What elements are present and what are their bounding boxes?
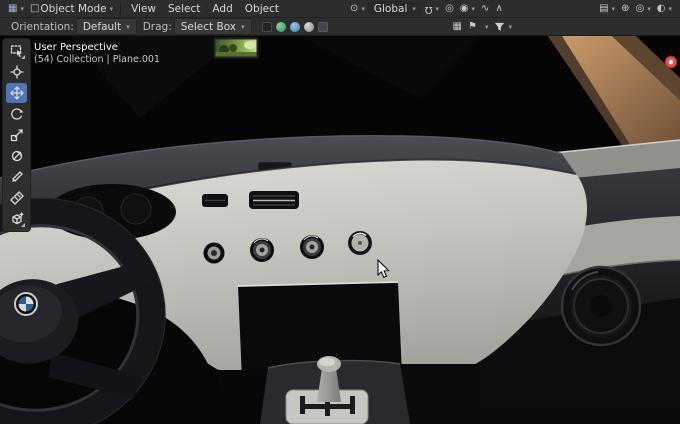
tool-select-box-button[interactable] — [6, 41, 27, 61]
tool-annotate-button[interactable] — [6, 167, 27, 187]
gizmo-icon: ⊕ — [621, 2, 630, 14]
knob-4[interactable] — [348, 231, 372, 255]
drag-select-value: Select Box — [180, 20, 237, 33]
3d-cursor-icon — [9, 65, 24, 79]
rearview-mirror[interactable] — [212, 36, 260, 60]
viewport-canvas[interactable] — [0, 36, 680, 424]
steering-wheel-emblem[interactable] — [14, 292, 38, 316]
mode-dropdown[interactable]: □ Object Mode ▾ — [27, 3, 116, 15]
notification-badge[interactable] — [664, 55, 678, 69]
mode-icon-5[interactable] — [317, 21, 328, 32]
checker-toggle-button[interactable]: ▦ — [450, 20, 465, 32]
add-cube-icon — [11, 212, 24, 225]
annotate-pencil-icon — [11, 171, 23, 182]
rotate-icon — [10, 108, 23, 120]
tool-settings-bar: Orientation: Default ▾ Drag: Select Box … — [0, 18, 680, 36]
tool-transform-button[interactable] — [6, 146, 27, 166]
editor-type-button[interactable]: ▦ ▾ — [5, 2, 27, 14]
list-dropdown[interactable]: ▾ — [480, 23, 492, 31]
tool-move-button[interactable] — [6, 83, 27, 103]
knob-1[interactable] — [203, 242, 225, 264]
drag-label: Drag: — [142, 20, 172, 33]
transform-orientation-dropdown[interactable]: Global ▾ — [367, 1, 422, 16]
mode-sphere-green-icon[interactable] — [275, 21, 286, 32]
editor-type-icon: ▦ — [8, 2, 18, 14]
pivot-icon: ⊙ — [349, 2, 359, 14]
orientation-select-value: Default — [82, 20, 122, 33]
door-speaker[interactable] — [560, 265, 642, 347]
tool-rotate-button[interactable] — [6, 104, 27, 124]
magnet-icon: Ω — [424, 3, 433, 15]
footwell-shadow — [398, 364, 480, 424]
proportional-edit-button[interactable]: ◎ — [442, 2, 457, 14]
filter-button[interactable]: ▾ — [491, 21, 515, 32]
mode-icon-1[interactable] — [261, 21, 272, 32]
scale-icon — [10, 129, 23, 142]
knob-2[interactable] — [250, 238, 274, 262]
gizmo-toggle-button[interactable]: ⊕ — [618, 2, 632, 14]
falloff-icon: ◉ — [459, 2, 469, 14]
visibility-dropdown[interactable]: ▤ ▾ — [596, 2, 618, 14]
drag-select[interactable]: Select Box ▾ — [173, 18, 252, 35]
chevron-down-icon: ▾ — [647, 4, 651, 13]
falloff-curve-button[interactable]: ∿ — [478, 2, 492, 14]
knob-3[interactable] — [300, 235, 324, 259]
menu-add[interactable]: Add — [206, 3, 238, 15]
tool-measure-button[interactable] — [6, 188, 27, 208]
menu-view[interactable]: View — [125, 3, 162, 15]
chevron-down-icon: ▾ — [109, 4, 114, 13]
mode-sphere-blue-icon[interactable] — [289, 21, 300, 32]
snap-button[interactable]: Ω ▾ — [422, 3, 442, 15]
shading-dropdown[interactable]: ◐ ▾ — [654, 2, 675, 14]
menu-object[interactable]: Object — [239, 3, 285, 15]
chevron-down-icon: ▾ — [412, 4, 416, 13]
chevron-down-icon: ▾ — [20, 4, 24, 13]
blender-window: ▦ ▾ □ Object Mode ▾ View Select Add Obje… — [0, 0, 680, 424]
overlays-dropdown[interactable]: ◎ ▾ — [633, 2, 654, 14]
shading-icon: ◐ — [656, 2, 666, 14]
pivot-point-button[interactable]: ⊙ ▾ — [347, 2, 368, 14]
chevron-down-icon: ▾ — [484, 22, 489, 31]
transform-icon — [11, 150, 22, 162]
overlays-icon: ◎ — [635, 2, 645, 14]
tool-cursor-button[interactable] — [6, 62, 27, 82]
chevron-down-icon: ▾ — [361, 4, 365, 13]
mode-label: Object Mode — [40, 2, 107, 15]
divider — [120, 2, 122, 15]
3d-viewport[interactable]: User Perspective (54) Collection | Plane… — [0, 36, 680, 424]
orientation-label: Orientation: — [11, 20, 74, 33]
menu-select[interactable]: Select — [162, 3, 206, 15]
select-box-icon — [10, 45, 22, 58]
chevron-down-icon: ▾ — [668, 4, 672, 13]
tool-add-cube-button[interactable] — [6, 209, 27, 229]
visibility-icon: ▤ — [599, 2, 609, 14]
orientation-value: Global — [373, 2, 408, 15]
bookmark-button[interactable]: ⚑ — [465, 20, 480, 32]
wave-icon: ∿ — [481, 2, 490, 14]
tool-scale-button[interactable] — [6, 125, 27, 145]
proportional-icon: ◎ — [445, 2, 454, 14]
chevron-down-icon: ▾ — [241, 22, 245, 31]
orientation-select[interactable]: Default ▾ — [75, 18, 137, 35]
chevron-down-icon: ▾ — [126, 22, 130, 31]
flag-icon: ⚑ — [467, 20, 477, 32]
checker-icon: ▦ — [452, 20, 462, 32]
move-icon — [9, 86, 24, 100]
mode-sphere-gray-icon[interactable] — [303, 21, 314, 32]
chevron-down-icon: ▾ — [435, 4, 440, 13]
viewport-header: ▦ ▾ □ Object Mode ▾ View Select Add Obje… — [0, 0, 680, 18]
falloff-dropdown[interactable]: ◉ ▾ — [457, 2, 478, 14]
measure-ruler-icon — [9, 191, 24, 205]
chevron-down-icon: ▾ — [611, 4, 616, 13]
tool-shelf — [2, 38, 31, 232]
object-mode-icon: □ — [29, 2, 40, 14]
chevron-down-icon: ▾ — [508, 22, 512, 31]
chevron-down-icon: ▾ — [471, 4, 476, 13]
angle-icon: ∧ — [495, 2, 503, 14]
snap-angle-button[interactable]: ∧ — [492, 2, 505, 14]
filter-funnel-icon — [495, 22, 505, 31]
